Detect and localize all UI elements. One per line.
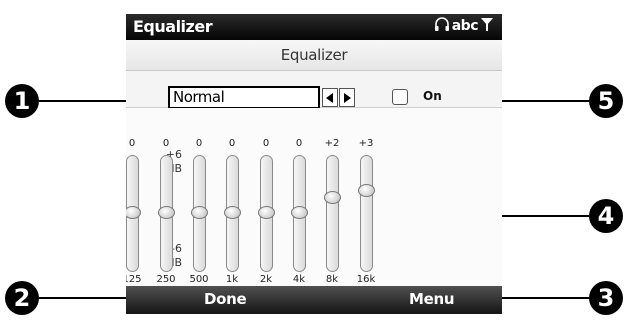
slider-knob[interactable] (158, 206, 175, 219)
slider-knob[interactable] (291, 206, 308, 219)
triangle-left-icon (326, 88, 334, 107)
band-value-label: 0 (195, 138, 203, 149)
preset-bar: Normal On (126, 71, 502, 109)
slider-knob[interactable] (358, 183, 375, 197)
equalizer-on-checkbox[interactable] (392, 89, 408, 105)
band-value-label: 0 (128, 138, 136, 149)
headphones-icon (434, 16, 450, 36)
callout-4-number: 4 (597, 202, 615, 230)
slider-knob[interactable] (258, 206, 275, 219)
band-frequency-label: 1k (225, 274, 239, 285)
device-screen: Equalizer abc Equalizer Normal On +6 dB … (126, 14, 502, 314)
band-frequency-label: 8k (325, 274, 339, 285)
band-frequency-label: 500 (189, 274, 209, 285)
equalizer-panel: +6 dB -6 dB +332+26401250250050001k02k04… (126, 108, 502, 286)
page-title: Equalizer (280, 46, 348, 64)
done-softkey[interactable]: Done (204, 290, 247, 308)
band-value-label: +3 (358, 138, 374, 149)
slider-knob[interactable] (324, 191, 341, 204)
callout-4-line (500, 215, 589, 217)
slider-knob[interactable] (191, 206, 208, 219)
band-value-label: +2 (324, 138, 340, 149)
band-frequency-label: 125 (126, 274, 142, 285)
slider-knob[interactable] (224, 206, 241, 219)
callout-2-number: 2 (13, 284, 31, 312)
equalizer-on-label: On (423, 89, 442, 103)
callout-4: 4 (589, 199, 623, 233)
app-title: Equalizer (133, 17, 213, 36)
title-bar: Equalizer abc (126, 14, 502, 40)
band-frequency-label: 2k (259, 274, 273, 285)
band-frequency-label: 250 (156, 274, 176, 285)
band-value-label: 0 (262, 138, 270, 149)
input-mode-indicator: abc (451, 18, 479, 34)
signal-icon (480, 16, 494, 36)
triangle-right-icon (343, 88, 351, 107)
header-band: Equalizer (126, 40, 502, 71)
status-area: abc (434, 16, 494, 36)
callout-5: 5 (589, 84, 623, 118)
band-frequency-label: 16k (356, 274, 376, 285)
callout-5-number: 5 (597, 87, 615, 115)
band-value-label: 0 (228, 138, 236, 149)
menu-softkey[interactable]: Menu (409, 290, 455, 308)
band-value-label: 0 (162, 138, 170, 149)
callout-1-number: 1 (13, 87, 31, 115)
callout-3-number: 3 (597, 284, 615, 312)
callout-2: 2 (5, 281, 39, 315)
band-value-label: 0 (295, 138, 303, 149)
preset-prev-button[interactable] (322, 88, 338, 107)
preset-select[interactable]: Normal (168, 86, 320, 109)
callout-1: 1 (5, 84, 39, 118)
callout-3: 3 (589, 281, 623, 315)
preset-next-button[interactable] (339, 88, 355, 107)
softkey-bar: Done Menu (126, 286, 502, 314)
band-frequency-label: 4k (292, 274, 306, 285)
slider-track[interactable] (326, 155, 339, 272)
slider-track[interactable] (360, 155, 373, 272)
